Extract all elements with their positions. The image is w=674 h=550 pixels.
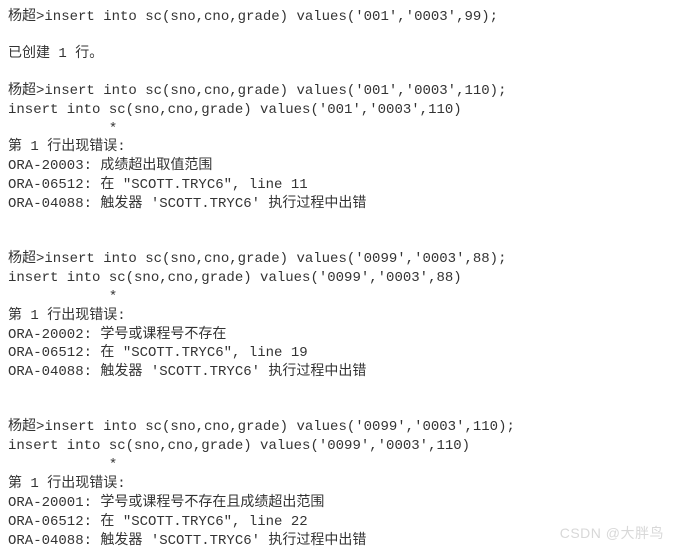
error-marker: * [8, 120, 666, 139]
ora-error: ORA-04088: 触发器 'SCOTT.TRYC6' 执行过程中出错 [8, 363, 666, 382]
error-header: 第 1 行出现错误: [8, 307, 666, 326]
sql-command: insert into sc(sno,cno,grade) values('00… [44, 83, 506, 99]
blank-line [8, 382, 666, 400]
echo-line: insert into sc(sno,cno,grade) values('00… [8, 437, 666, 456]
prompt: 杨超> [8, 251, 44, 267]
result-line: 已创建 1 行。 [8, 45, 666, 64]
prompt: 杨超> [8, 9, 44, 25]
ora-error: ORA-20003: 成绩超出取值范围 [8, 157, 666, 176]
blank-line [8, 27, 666, 45]
blank-line [8, 64, 666, 82]
prompt: 杨超> [8, 83, 44, 99]
error-header: 第 1 行出现错误: [8, 475, 666, 494]
blank-line [8, 214, 666, 232]
ora-error: ORA-20002: 学号或课程号不存在 [8, 326, 666, 345]
watermark: CSDN @大胖鸟 [560, 524, 664, 543]
error-header: 第 1 行出现错误: [8, 138, 666, 157]
sql-command: insert into sc(sno,cno,grade) values('00… [44, 9, 498, 25]
error-marker: * [8, 288, 666, 307]
ora-error: ORA-04088: 触发器 'SCOTT.TRYC6' 执行过程中出错 [8, 195, 666, 214]
echo-line: insert into sc(sno,cno,grade) values('00… [8, 101, 666, 120]
error-marker: * [8, 456, 666, 475]
sql-command: insert into sc(sno,cno,grade) values('00… [44, 251, 506, 267]
ora-error: ORA-06512: 在 "SCOTT.TRYC6", line 11 [8, 176, 666, 195]
prompt-line: 杨超>insert into sc(sno,cno,grade) values(… [8, 82, 666, 101]
prompt-line: 杨超>insert into sc(sno,cno,grade) values(… [8, 8, 666, 27]
ora-error: ORA-20001: 学号或课程号不存在且成绩超出范围 [8, 494, 666, 513]
sql-command: insert into sc(sno,cno,grade) values('00… [44, 419, 514, 435]
prompt-line: 杨超>insert into sc(sno,cno,grade) values(… [8, 250, 666, 269]
blank-line [8, 232, 666, 250]
ora-error: ORA-06512: 在 "SCOTT.TRYC6", line 19 [8, 344, 666, 363]
blank-line [8, 400, 666, 418]
prompt-line: 杨超>insert into sc(sno,cno,grade) values(… [8, 418, 666, 437]
echo-line: insert into sc(sno,cno,grade) values('00… [8, 269, 666, 288]
prompt: 杨超> [8, 419, 44, 435]
